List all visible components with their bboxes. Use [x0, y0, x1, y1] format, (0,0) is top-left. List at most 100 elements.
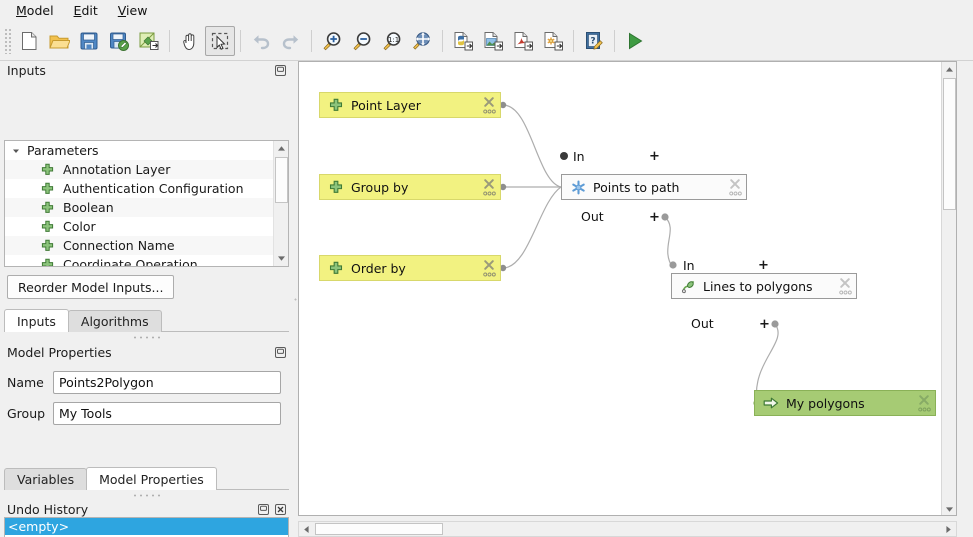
canvas-vertical-scrollbar[interactable]	[941, 62, 956, 516]
canvas-scroll-right-arrow-icon[interactable]	[941, 522, 956, 536]
tree-item-authentication-configuration[interactable]: Authentication Configuration	[5, 179, 273, 198]
tree-node-parameters[interactable]: Parameters	[5, 141, 273, 160]
save-model-button[interactable]	[74, 26, 104, 56]
delete-x-icon[interactable]	[483, 95, 496, 108]
node-lines-to-polygons-box[interactable]: Lines to polygons	[671, 273, 857, 299]
port-in-lines-to-polygons	[669, 261, 676, 268]
ellipsis-icon[interactable]	[483, 108, 496, 115]
run-model-button[interactable]	[620, 26, 650, 56]
pan-tool-button[interactable]	[175, 26, 205, 56]
canvas-scroll-up-arrow-icon[interactable]	[942, 62, 957, 77]
open-model-button[interactable]	[44, 26, 74, 56]
node-group-by[interactable]: Group by	[319, 174, 501, 200]
redo-button[interactable]	[276, 26, 306, 56]
points-to-path-in-plus[interactable]: +	[649, 152, 660, 162]
undo-button[interactable]	[246, 26, 276, 56]
float-panel-icon[interactable]	[273, 345, 288, 360]
export-python-button[interactable]	[448, 26, 478, 56]
tree-item-boolean[interactable]: Boolean	[5, 198, 273, 217]
inputs-panel-title: Inputs	[7, 63, 271, 78]
algorithm-star-icon	[569, 179, 587, 195]
node-my-polygons-box[interactable]: My polygons	[754, 390, 936, 416]
model-group-input[interactable]	[53, 402, 281, 425]
scroll-up-arrow-icon[interactable]	[274, 141, 289, 156]
tab-model-properties[interactable]: Model Properties	[86, 467, 217, 490]
zoom-full-button[interactable]	[407, 26, 437, 56]
dock-splitter-handle-2[interactable]	[130, 492, 164, 499]
tab-algorithms[interactable]: Algorithms	[68, 310, 162, 332]
tab-variables[interactable]: Variables	[4, 468, 87, 490]
undo-history-list[interactable]: <empty>	[4, 517, 289, 537]
undo-history-item[interactable]: <empty>	[5, 518, 288, 535]
canvas-vscroll-thumb[interactable]	[943, 78, 956, 210]
delete-x-icon[interactable]	[729, 177, 742, 190]
save-model-as-button[interactable]	[104, 26, 134, 56]
menu-view[interactable]: View	[109, 1, 157, 20]
tree-item-color[interactable]: Color	[5, 217, 273, 236]
canvas-horizontal-scrollbar[interactable]	[298, 521, 957, 537]
select-arrow-icon	[209, 30, 231, 52]
node-order-by-box[interactable]: Order by	[319, 255, 501, 281]
node-group-by-box[interactable]: Group by	[319, 174, 501, 200]
zoom-in-button[interactable]	[317, 26, 347, 56]
inputs-tree-scrollbar[interactable]	[273, 141, 288, 266]
tree-item-coordinate-operation[interactable]: Coordinate Operation	[5, 255, 273, 266]
export-pdf-button[interactable]	[508, 26, 538, 56]
delete-x-icon[interactable]	[483, 177, 496, 190]
tree-item-connection-name[interactable]: Connection Name	[5, 236, 273, 255]
delete-x-icon[interactable]	[839, 276, 852, 289]
node-points-to-path[interactable]: Points to path	[561, 174, 747, 200]
node-order-by[interactable]: Order by	[319, 255, 501, 281]
scroll-down-arrow-icon[interactable]	[274, 251, 289, 266]
ellipsis-icon[interactable]	[483, 190, 496, 197]
lines-to-polygons-in-plus[interactable]: +	[758, 261, 769, 271]
export-image-button[interactable]	[478, 26, 508, 56]
export-svg-icon	[542, 30, 564, 52]
ellipsis-icon[interactable]	[729, 190, 742, 197]
reorder-model-inputs-button[interactable]: Reorder Model Inputs...	[7, 275, 174, 299]
canvas-scroll-down-arrow-icon[interactable]	[942, 502, 957, 516]
canvas-scroll-left-arrow-icon[interactable]	[299, 522, 314, 536]
lines-to-polygons-out-plus[interactable]: +	[759, 320, 770, 330]
node-points-to-path-box[interactable]: Points to path	[561, 174, 747, 200]
menu-edit[interactable]: Edit	[65, 1, 107, 20]
ellipsis-icon[interactable]	[839, 289, 852, 296]
tab-inputs[interactable]: Inputs	[4, 309, 69, 332]
toolbar-grip[interactable]	[4, 28, 12, 54]
close-panel-icon[interactable]	[273, 502, 288, 517]
export-svg-button[interactable]	[538, 26, 568, 56]
edit-help-button[interactable]: ?	[579, 26, 609, 56]
ellipsis-icon[interactable]	[918, 406, 931, 413]
inputs-scroll-thumb[interactable]	[275, 157, 288, 203]
select-tool-button[interactable]	[205, 26, 235, 56]
canvas-hscroll-thumb[interactable]	[315, 523, 443, 535]
new-model-button[interactable]	[14, 26, 44, 56]
zoom-actual-button[interactable]: 1:1	[377, 26, 407, 56]
menu-model[interactable]: Model	[7, 1, 63, 20]
green-plus-icon	[41, 182, 58, 195]
points-to-path-out-label: Out	[581, 209, 604, 224]
node-lines-to-polygons[interactable]: Lines to polygons	[671, 273, 857, 299]
save-in-project-icon	[138, 30, 160, 52]
tree-item-annotation-layer[interactable]: Annotation Layer	[5, 160, 273, 179]
zoom-out-button[interactable]	[347, 26, 377, 56]
node-point-layer[interactable]: Point Layer	[319, 92, 501, 118]
points-to-path-out-plus[interactable]: +	[649, 213, 660, 223]
float-panel-icon[interactable]	[256, 502, 271, 517]
edge-order-by-to-points-to-path	[503, 187, 561, 268]
node-my-polygons[interactable]: My polygons	[754, 390, 936, 416]
green-plus-icon	[327, 97, 345, 113]
inputs-tree[interactable]: Parameters Annotation Layer	[4, 140, 289, 267]
toolbar-separator-3	[311, 30, 312, 52]
tree-item-label: Coordinate Operation	[63, 257, 198, 266]
node-point-layer-box[interactable]: Point Layer	[319, 92, 501, 118]
model-canvas[interactable]: Point Layer	[298, 61, 957, 516]
delete-x-icon[interactable]	[918, 393, 931, 406]
dock-splitter-handle-1[interactable]	[130, 334, 164, 341]
delete-x-icon[interactable]	[483, 258, 496, 271]
float-panel-icon[interactable]	[273, 63, 288, 78]
model-name-input[interactable]	[53, 371, 281, 394]
save-in-project-button[interactable]	[134, 26, 164, 56]
chevron-down-icon[interactable]	[9, 144, 23, 158]
ellipsis-icon[interactable]	[483, 271, 496, 278]
